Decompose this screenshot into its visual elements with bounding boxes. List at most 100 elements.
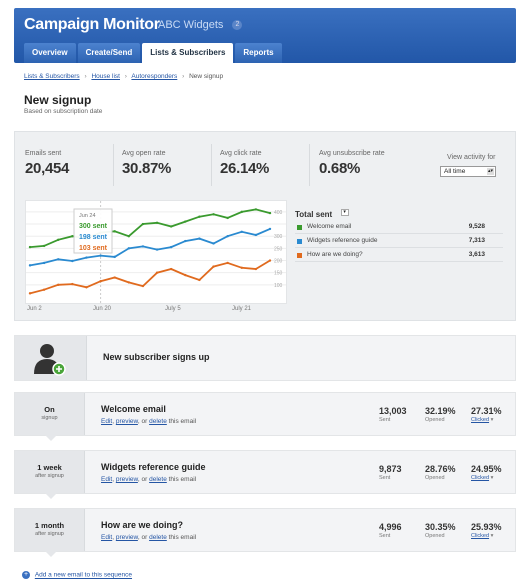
add-email-link[interactable]: Add a new email to this sequence — [35, 572, 132, 579]
data-point[interactable] — [99, 254, 102, 257]
client-name-label[interactable]: ABC Widgets — [158, 19, 223, 31]
add-email-action[interactable]: + Add a new email to this sequence — [22, 571, 132, 579]
legend-swatch — [297, 253, 302, 258]
data-point[interactable] — [113, 255, 116, 259]
data-point[interactable] — [85, 256, 88, 259]
data-point[interactable] — [28, 292, 32, 295]
data-point[interactable] — [226, 234, 229, 238]
data-point[interactable] — [57, 258, 60, 261]
data-point[interactable] — [127, 234, 131, 238]
data-point[interactable] — [226, 216, 229, 220]
data-point[interactable] — [268, 259, 272, 262]
data-point[interactable] — [254, 208, 258, 211]
client-count-badge: 2 — [232, 20, 243, 31]
data-point[interactable] — [268, 227, 272, 231]
stats-summary: Emails sent 20,454 Avg open rate 30.87% … — [15, 144, 515, 188]
metric-sent: 4,996 Sent — [379, 522, 402, 539]
data-point[interactable] — [169, 245, 173, 249]
data-point[interactable] — [169, 225, 173, 228]
data-point[interactable] — [268, 211, 272, 215]
chevron-down-icon[interactable]: ▾ — [491, 475, 494, 481]
clicked-link[interactable]: Clicked — [471, 417, 489, 423]
preview-link[interactable]: preview — [116, 476, 138, 483]
chevron-down-icon[interactable]: ▾ — [491, 417, 494, 423]
data-point[interactable] — [57, 283, 60, 287]
series-line-0 — [29, 208, 271, 248]
data-point[interactable] — [184, 220, 187, 223]
data-point[interactable] — [71, 282, 74, 286]
data-point[interactable] — [113, 276, 116, 279]
data-point[interactable] — [141, 245, 145, 248]
data-point[interactable] — [42, 261, 46, 265]
data-point[interactable] — [155, 271, 159, 274]
data-point[interactable] — [198, 215, 201, 218]
view-activity-select[interactable]: All time ▴▾ — [440, 166, 496, 177]
clicked-link[interactable]: Clicked — [471, 533, 489, 539]
data-point[interactable] — [113, 230, 116, 233]
delete-link[interactable]: delete — [149, 418, 167, 425]
tab-reports[interactable]: Reports — [235, 43, 282, 63]
breadcrumb-autoresponders[interactable]: Autoresponders — [131, 73, 177, 80]
chart-tooltip: Jun 24 300 sent 198 sent 103 sent — [73, 208, 113, 254]
legend-entry[interactable]: Widgets reference guide 7,313 — [295, 234, 503, 248]
legend-entry[interactable]: Welcome email 9,528 — [295, 220, 503, 234]
data-point[interactable] — [169, 267, 173, 271]
data-point[interactable] — [155, 221, 159, 225]
data-point[interactable] — [184, 239, 187, 243]
data-point[interactable] — [155, 248, 159, 251]
data-point[interactable] — [240, 210, 243, 214]
plus-icon[interactable]: + — [22, 571, 30, 579]
trigger-icon-panel — [15, 336, 87, 380]
data-point[interactable] — [240, 266, 243, 270]
data-point[interactable] — [212, 213, 215, 216]
edit-link[interactable]: Edit — [101, 418, 112, 425]
data-point[interactable] — [198, 278, 201, 282]
y-tick-label: 250 — [274, 246, 283, 252]
legend-entry[interactable]: How are we doing? 3,613 — [295, 248, 503, 262]
data-point[interactable] — [254, 233, 258, 237]
tab-create-send[interactable]: Create/Send — [77, 43, 141, 63]
data-point[interactable] — [184, 273, 187, 277]
data-point[interactable] — [71, 234, 74, 238]
data-point[interactable] — [226, 261, 229, 265]
data-point[interactable] — [141, 284, 145, 288]
step-timing-sub: signup — [41, 415, 58, 421]
tab-lists-subscribers[interactable]: Lists & Subscribers — [142, 43, 234, 63]
data-point[interactable] — [99, 279, 102, 283]
data-point[interactable] — [198, 237, 201, 240]
tooltip-date: Jun 24 — [79, 213, 96, 219]
x-tick-label: Jun 2 — [27, 306, 42, 312]
clicked-link[interactable]: Clicked — [471, 475, 489, 481]
data-point[interactable] — [127, 281, 131, 284]
client-name[interactable]: ABC Widgets 2 — [158, 19, 243, 31]
data-point[interactable] — [240, 230, 243, 234]
sequence-step: On signup Welcome email Edit, preview, o… — [14, 392, 516, 441]
breadcrumb-house-list[interactable]: House list — [91, 73, 120, 80]
data-point[interactable] — [28, 264, 32, 267]
data-point[interactable] — [71, 259, 74, 263]
app-title[interactable]: Campaign Monitor — [24, 16, 160, 34]
edit-link[interactable]: Edit — [101, 534, 112, 541]
breadcrumb-separator: › — [182, 73, 185, 80]
preview-link[interactable]: preview — [116, 418, 138, 425]
breadcrumb-lists-subscribers[interactable]: Lists & Subscribers — [24, 73, 80, 80]
delete-link[interactable]: delete — [149, 476, 167, 483]
legend-dropdown-icon[interactable]: ▾ — [340, 209, 349, 217]
edit-link[interactable]: Edit — [101, 476, 112, 483]
tab-overview[interactable]: Overview — [24, 43, 76, 63]
data-point[interactable] — [141, 222, 145, 226]
data-point[interactable] — [42, 244, 46, 248]
data-point[interactable] — [254, 267, 258, 271]
data-point[interactable] — [212, 242, 215, 245]
stat-divider — [309, 144, 310, 186]
preview-link[interactable]: preview — [116, 534, 138, 541]
data-point[interactable] — [28, 245, 32, 249]
data-point[interactable] — [127, 247, 131, 250]
data-point[interactable] — [42, 288, 46, 291]
delete-link[interactable]: delete — [149, 534, 167, 541]
data-point[interactable] — [57, 238, 60, 242]
chevron-down-icon[interactable]: ▾ — [491, 533, 494, 539]
data-point[interactable] — [85, 286, 88, 289]
data-point[interactable] — [212, 265, 215, 268]
metric-label: Clicked ▾ — [471, 475, 502, 481]
